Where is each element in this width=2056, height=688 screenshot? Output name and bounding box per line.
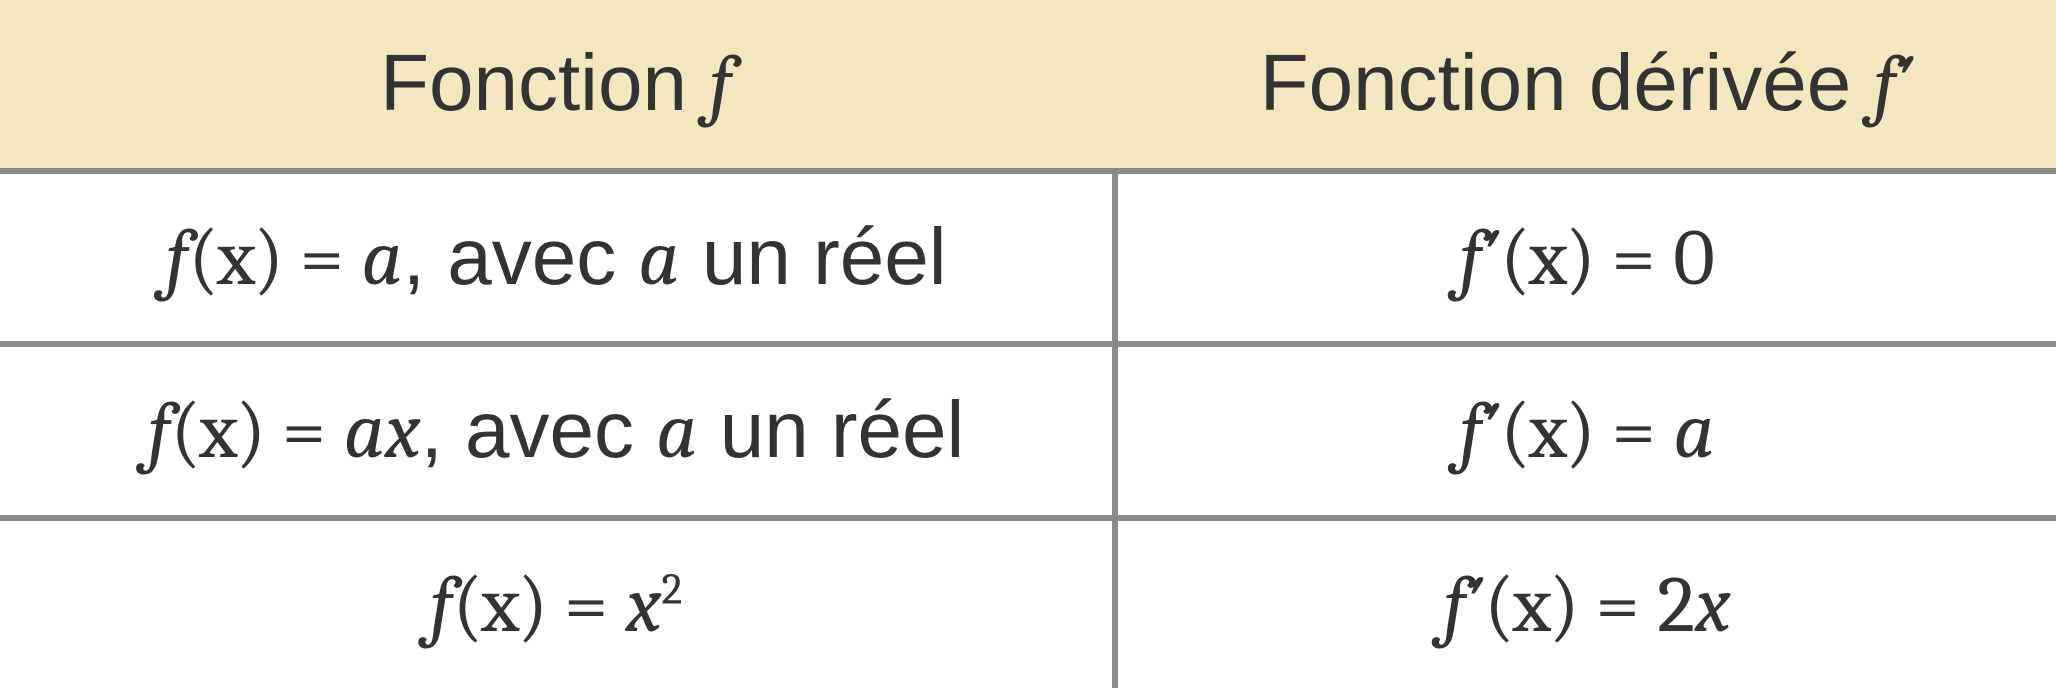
header-cell-function: Fonction f (0, 0, 1112, 168)
rhs: 0 (1673, 212, 1714, 304)
suffix-tail: un réel (697, 385, 964, 474)
eq: = (546, 559, 626, 651)
rhs-coef: 2 (1657, 559, 1695, 651)
cell-function: f(x) = a, avec a un réel (0, 174, 1112, 342)
args: (x) (1500, 385, 1594, 477)
eq: = (1578, 559, 1658, 651)
header-function-label: Fonction (380, 38, 709, 127)
rhs: a (362, 212, 403, 304)
header-cell-derivative: Fonction dérivée f′ (1118, 0, 2056, 168)
suffix-var: a (638, 212, 679, 304)
eq: = (264, 385, 344, 477)
eq: = (1594, 212, 1674, 304)
cell-function: f(x) = x2 (0, 521, 1112, 688)
derivative-table: Fonction f Fonction dérivée f′ f(x) = a,… (0, 0, 2056, 688)
lhs: f (148, 385, 171, 477)
suffix-plain: , avec (421, 385, 657, 474)
header-row: Fonction f Fonction dérivée f′ (0, 0, 2056, 168)
header-derivative-symbol: f′ (1873, 38, 1914, 130)
cell-function: f(x) = ax, avec a un réel (0, 347, 1112, 515)
args: (x) (452, 559, 546, 651)
table-row: f(x) = ax, avec a un réel f′(x) = a (0, 347, 2056, 515)
args: (x) (170, 385, 264, 477)
lhs: f′ (1443, 559, 1484, 651)
lhs: f′ (1459, 212, 1500, 304)
rhs-sup: 2 (661, 563, 682, 614)
lhs: f (430, 559, 453, 651)
rhs-var: x (1695, 559, 1731, 651)
cell-derivative: f′(x) = 2x (1118, 521, 2056, 688)
cell-derivative: f′(x) = 0 (1118, 174, 2056, 342)
args: (x) (1484, 559, 1578, 651)
args: (x) (188, 212, 282, 304)
header-function-symbol: f (709, 38, 732, 130)
lhs: f (166, 212, 189, 304)
table-row: f(x) = a, avec a un réel f′(x) = 0 (0, 174, 2056, 342)
suffix-tail: un réel (680, 212, 947, 301)
rhs: ax (344, 385, 421, 477)
args: (x) (1500, 212, 1594, 304)
rhs: a (1673, 385, 1714, 477)
header-derivative-label: Fonction dérivée (1260, 38, 1874, 127)
eq: = (282, 212, 362, 304)
lhs: f′ (1459, 385, 1500, 477)
table-row: f(x) = x2 f′(x) = 2x (0, 521, 2056, 688)
suffix-plain: , avec (403, 212, 639, 301)
suffix-var: a (656, 385, 697, 477)
rhs-base: x (626, 559, 662, 651)
cell-derivative: f′(x) = a (1118, 347, 2056, 515)
eq: = (1594, 385, 1674, 477)
